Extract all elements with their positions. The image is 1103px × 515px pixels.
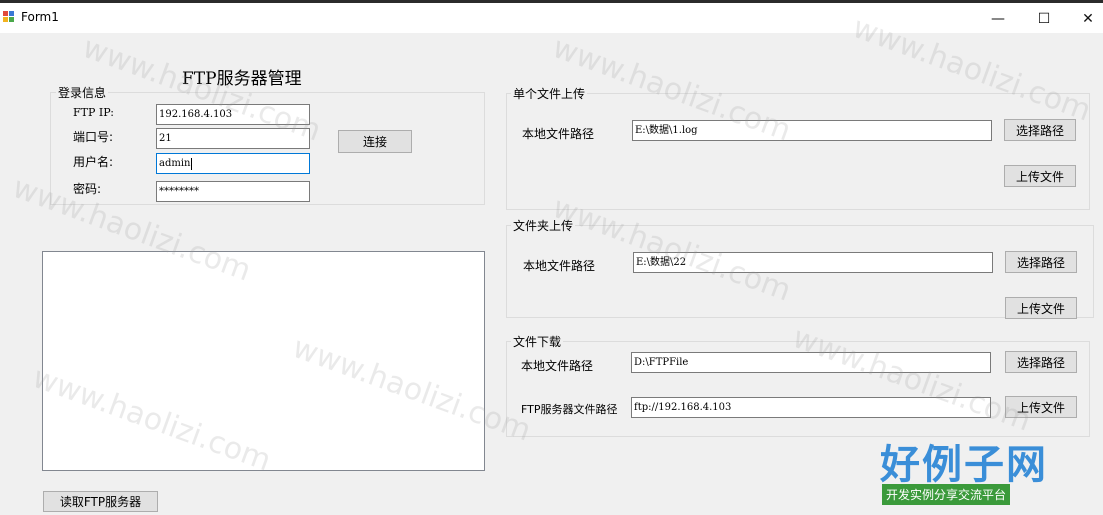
port-input[interactable]: 21 [156, 128, 310, 149]
connect-button[interactable]: 连接 [338, 130, 412, 153]
folder-upload-choose-button[interactable]: 选择路径 [1005, 251, 1077, 273]
app-icon [3, 11, 15, 23]
close-button[interactable]: ✕ [1068, 7, 1103, 31]
password-input[interactable]: ******** [156, 181, 310, 202]
single-upload-path-label: 本地文件路径 [522, 127, 595, 141]
port-label: 端口号: [73, 130, 114, 144]
file-listbox[interactable] [42, 251, 485, 471]
download-button[interactable]: 上传文件 [1005, 396, 1077, 418]
ftp-ip-input[interactable]: 192.168.4.103 [156, 104, 310, 125]
form-heading: FTP服务器管理 [182, 69, 302, 89]
username-input[interactable]: admin [156, 153, 310, 174]
download-choose-button[interactable]: 选择路径 [1005, 351, 1077, 373]
single-upload-groupbox [506, 93, 1090, 210]
password-label: 密码: [73, 182, 102, 196]
server-path-input[interactable]: ftp://192.168.4.103 [631, 397, 991, 418]
folder-upload-group-title: 文件夹上传 [511, 217, 576, 234]
folder-upload-path-label: 本地文件路径 [523, 259, 596, 273]
title-bar: Form1 — ☐ ✕ [0, 0, 1103, 33]
server-path-label: FTP服务器文件路径 [521, 403, 618, 416]
maximize-icon: ☐ [1037, 11, 1051, 27]
single-upload-choose-button[interactable]: 选择路径 [1004, 119, 1076, 141]
download-group-title: 文件下载 [511, 333, 564, 350]
site-logo-text: 好例子网 [880, 442, 1048, 488]
minimize-button[interactable]: — [978, 7, 1018, 31]
close-icon: ✕ [1082, 11, 1094, 27]
login-group-title: 登录信息 [56, 84, 109, 101]
single-upload-group-title: 单个文件上传 [511, 85, 588, 102]
read-ftp-server-button[interactable]: 读取FTP服务器 [43, 491, 158, 512]
username-value: admin [159, 158, 191, 169]
site-logo-tagline: 开发实例分享交流平台 [882, 484, 1011, 505]
ftp-ip-label: FTP IP: [73, 106, 114, 119]
maximize-button[interactable]: ☐ [1024, 7, 1064, 31]
folder-upload-path-input[interactable]: E:\数据\22 [633, 252, 993, 273]
single-upload-path-input[interactable]: E:\数据\1.log [632, 120, 992, 141]
text-caret [191, 157, 193, 170]
single-upload-button[interactable]: 上传文件 [1004, 165, 1076, 187]
minimize-icon: — [991, 11, 1005, 27]
username-label: 用户名: [73, 155, 114, 169]
download-local-path-input[interactable]: D:\FTPFile [631, 352, 991, 373]
folder-upload-button[interactable]: 上传文件 [1005, 297, 1077, 319]
window-title: Form1 [21, 10, 59, 24]
download-local-path-label: 本地文件路径 [521, 359, 594, 373]
